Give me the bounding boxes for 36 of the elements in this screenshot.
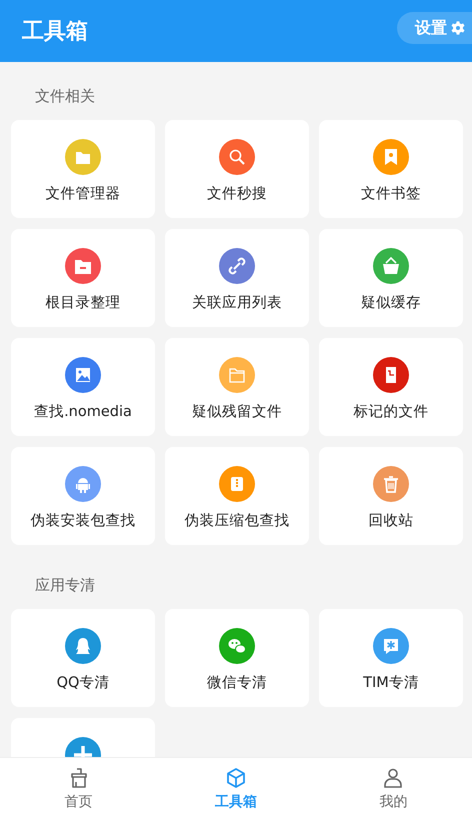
tool-label: QQ专清 bbox=[56, 674, 110, 692]
section-title: 应用专清 bbox=[34, 575, 96, 596]
tool-card[interactable]: 文件书签 bbox=[319, 120, 463, 218]
tool-label: 文件管理器 bbox=[46, 185, 120, 203]
tool-label: 标记的文件 bbox=[354, 403, 428, 421]
tool-card[interactable]: 标记的文件 bbox=[319, 338, 463, 436]
page-title: 工具箱 bbox=[22, 18, 88, 46]
tool-card[interactable]: 伪装压缩包查找 bbox=[165, 447, 309, 545]
tool-card[interactable]: 回收站 bbox=[319, 447, 463, 545]
tool-label: 查找.nomedia bbox=[34, 403, 132, 421]
tool-card[interactable]: TIM专清 bbox=[319, 609, 463, 707]
section-title: 文件相关 bbox=[34, 86, 96, 107]
tool-card[interactable]: 文件管理器 bbox=[11, 120, 155, 218]
tool-label: 微信专清 bbox=[207, 674, 267, 692]
tool-card[interactable]: 疑似残留文件 bbox=[165, 338, 309, 436]
tool-label: 伪装安装包查找 bbox=[30, 512, 136, 530]
tool-card[interactable]: 伪装安装包查找 bbox=[11, 447, 155, 545]
tool-card[interactable]: 查找.nomedia bbox=[11, 338, 155, 436]
tool-label: 文件秒搜 bbox=[207, 185, 267, 203]
tool-card[interactable]: 微信专清 bbox=[165, 609, 309, 707]
settings-icon bbox=[450, 20, 466, 36]
tool-label: 关联应用列表 bbox=[192, 294, 282, 312]
tool-card[interactable]: 疑似缓存 bbox=[319, 229, 463, 327]
tool-label: 伪装压缩包查找 bbox=[184, 512, 290, 530]
tool-label: 疑似缓存 bbox=[361, 294, 421, 312]
nav-tab[interactable]: 我的 bbox=[314, 758, 472, 818]
tool-label: 疑似残留文件 bbox=[192, 403, 282, 421]
tool-label: 回收站 bbox=[368, 512, 414, 530]
tool-card[interactable]: 根目录整理 bbox=[11, 229, 155, 327]
nav-tab[interactable]: 首页 bbox=[0, 758, 158, 818]
tool-label: 文件书签 bbox=[361, 185, 421, 203]
tool-card[interactable]: 文件秒搜 bbox=[165, 120, 309, 218]
tool-label: TIM专清 bbox=[363, 674, 419, 692]
tool-label: 根目录整理 bbox=[46, 294, 120, 312]
tool-card[interactable]: 关联应用列表 bbox=[165, 229, 309, 327]
tool-card[interactable]: QQ专清 bbox=[11, 609, 155, 707]
